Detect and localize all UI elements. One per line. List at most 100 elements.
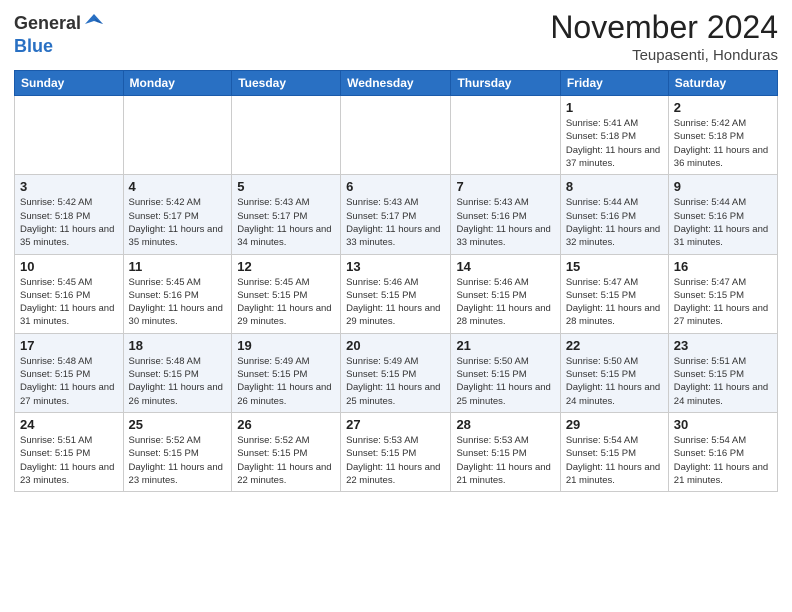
location-subtitle: Teupasenti, Honduras (550, 47, 778, 64)
day-info: Sunrise: 5:54 AM Sunset: 5:15 PM Dayligh… (566, 434, 663, 487)
table-row: 30Sunrise: 5:54 AM Sunset: 5:16 PM Dayli… (668, 412, 777, 491)
day-info: Sunrise: 5:44 AM Sunset: 5:16 PM Dayligh… (566, 196, 663, 249)
day-number: 2 (674, 100, 772, 115)
table-row: 14Sunrise: 5:46 AM Sunset: 5:15 PM Dayli… (451, 254, 560, 333)
day-info: Sunrise: 5:43 AM Sunset: 5:17 PM Dayligh… (346, 196, 445, 249)
day-info: Sunrise: 5:49 AM Sunset: 5:15 PM Dayligh… (237, 355, 335, 408)
table-row: 28 Sunrise: 5:53 AM Sunset: 5:15 PM Dayli… (451, 412, 560, 491)
month-title: November 2024 (550, 10, 778, 45)
table-row: 12 Sunrise: 5:45 AM Sunset: 5:15 PM Dayli… (232, 254, 341, 333)
day-info: Sunrise: 5:45 AM Sunset: 5:15 PM Dayligh… (237, 276, 335, 329)
day-number: 23 (674, 338, 772, 353)
col-thursday: Thursday (451, 71, 560, 96)
day-info: Sunrise: 5:43 AM Sunset: 5:17 PM Dayligh… (237, 196, 335, 249)
day-info: Sunrise: 5:48 AM Sunset: 5:15 PM Dayligh… (129, 355, 227, 408)
table-row: 2 Sunrise: 5:42 AM Sunset: 5:18 PM Daylig… (668, 96, 777, 175)
day-info: Sunrise: 5:53 AM Sunset: 5:15 PM Dayligh… (346, 434, 445, 487)
table-row: 21 Sunrise: 5:50 AM Sunset: 5:15 PM Dayli… (451, 333, 560, 412)
calendar-week-row: 1 Sunrise: 5:41 AM Sunset: 5:18 PM Daylig… (15, 96, 778, 175)
day-info: Sunrise: 5:46 AM Sunset: 5:15 PM Dayligh… (346, 276, 445, 329)
calendar-week-row: 17 Sunrise: 5:48 AM Sunset: 5:15 PM Dayli… (15, 333, 778, 412)
day-info: Sunrise: 5:43 AM Sunset: 5:16 PM Dayligh… (456, 196, 554, 249)
table-row: 11Sunrise: 5:45 AM Sunset: 5:16 PM Dayli… (123, 254, 232, 333)
table-row (341, 96, 451, 175)
day-number: 20 (346, 338, 445, 353)
day-number: 4 (129, 179, 227, 194)
col-wednesday: Wednesday (341, 71, 451, 96)
table-row (232, 96, 341, 175)
calendar-week-row: 10Sunrise: 5:45 AM Sunset: 5:16 PM Dayli… (15, 254, 778, 333)
col-sunday: Sunday (15, 71, 124, 96)
table-row (451, 96, 560, 175)
day-number: 6 (346, 179, 445, 194)
day-number: 26 (237, 417, 335, 432)
table-row: 9Sunrise: 5:44 AM Sunset: 5:16 PM Daylig… (668, 175, 777, 254)
day-info: Sunrise: 5:49 AM Sunset: 5:15 PM Dayligh… (346, 355, 445, 408)
day-number: 24 (20, 417, 118, 432)
day-info: Sunrise: 5:47 AM Sunset: 5:15 PM Dayligh… (674, 276, 772, 329)
day-info: Sunrise: 5:44 AM Sunset: 5:16 PM Dayligh… (674, 196, 772, 249)
table-row: 1 Sunrise: 5:41 AM Sunset: 5:18 PM Daylig… (560, 96, 668, 175)
table-row: 27 Sunrise: 5:53 AM Sunset: 5:15 PM Dayli… (341, 412, 451, 491)
day-info: Sunrise: 5:50 AM Sunset: 5:15 PM Dayligh… (456, 355, 554, 408)
day-info: Sunrise: 5:47 AM Sunset: 5:15 PM Dayligh… (566, 276, 663, 329)
table-row: 3Sunrise: 5:42 AM Sunset: 5:18 PM Daylig… (15, 175, 124, 254)
day-number: 28 (456, 417, 554, 432)
day-number: 29 (566, 417, 663, 432)
day-number: 1 (566, 100, 663, 115)
day-number: 25 (129, 417, 227, 432)
day-number: 8 (566, 179, 663, 194)
logo-blue-text: Blue (14, 37, 53, 57)
table-row: 17 Sunrise: 5:48 AM Sunset: 5:15 PM Dayli… (15, 333, 124, 412)
day-info: Sunrise: 5:52 AM Sunset: 5:15 PM Dayligh… (237, 434, 335, 487)
day-info: Sunrise: 5:52 AM Sunset: 5:15 PM Dayligh… (129, 434, 227, 487)
day-number: 27 (346, 417, 445, 432)
table-row: 5 Sunrise: 5:43 AM Sunset: 5:17 PM Daylig… (232, 175, 341, 254)
day-info: Sunrise: 5:42 AM Sunset: 5:18 PM Dayligh… (20, 196, 118, 249)
day-info: Sunrise: 5:51 AM Sunset: 5:15 PM Dayligh… (20, 434, 118, 487)
day-number: 21 (456, 338, 554, 353)
day-info: Sunrise: 5:42 AM Sunset: 5:17 PM Dayligh… (129, 196, 227, 249)
table-row (15, 96, 124, 175)
table-row: 26 Sunrise: 5:52 AM Sunset: 5:15 PM Dayli… (232, 412, 341, 491)
table-row: 18Sunrise: 5:48 AM Sunset: 5:15 PM Dayli… (123, 333, 232, 412)
calendar-week-row: 3Sunrise: 5:42 AM Sunset: 5:18 PM Daylig… (15, 175, 778, 254)
day-info: Sunrise: 5:53 AM Sunset: 5:15 PM Dayligh… (456, 434, 554, 487)
calendar-header-row: Sunday Monday Tuesday Wednesday Thursday… (15, 71, 778, 96)
table-row: 6 Sunrise: 5:43 AM Sunset: 5:17 PM Daylig… (341, 175, 451, 254)
day-number: 7 (456, 179, 554, 194)
table-row: 25 Sunrise: 5:52 AM Sunset: 5:15 PM Dayli… (123, 412, 232, 491)
table-row (123, 96, 232, 175)
day-info: Sunrise: 5:48 AM Sunset: 5:15 PM Dayligh… (20, 355, 118, 408)
col-tuesday: Tuesday (232, 71, 341, 96)
logo: General Blue (14, 10, 105, 57)
day-number: 16 (674, 259, 772, 274)
day-number: 22 (566, 338, 663, 353)
title-section: November 2024 Teupasenti, Honduras (550, 10, 778, 64)
calendar-week-row: 24 Sunrise: 5:51 AM Sunset: 5:15 PM Dayli… (15, 412, 778, 491)
calendar-table: Sunday Monday Tuesday Wednesday Thursday… (14, 70, 778, 492)
table-row: 10Sunrise: 5:45 AM Sunset: 5:16 PM Dayli… (15, 254, 124, 333)
table-row: 16 Sunrise: 5:47 AM Sunset: 5:15 PM Dayli… (668, 254, 777, 333)
day-info: Sunrise: 5:42 AM Sunset: 5:18 PM Dayligh… (674, 117, 772, 170)
table-row: 22Sunrise: 5:50 AM Sunset: 5:15 PM Dayli… (560, 333, 668, 412)
table-row: 7 Sunrise: 5:43 AM Sunset: 5:16 PM Daylig… (451, 175, 560, 254)
table-row: 19 Sunrise: 5:49 AM Sunset: 5:15 PM Dayli… (232, 333, 341, 412)
table-row: 20 Sunrise: 5:49 AM Sunset: 5:15 PM Dayli… (341, 333, 451, 412)
day-info: Sunrise: 5:51 AM Sunset: 5:15 PM Dayligh… (674, 355, 772, 408)
day-number: 12 (237, 259, 335, 274)
day-number: 19 (237, 338, 335, 353)
col-friday: Friday (560, 71, 668, 96)
day-number: 17 (20, 338, 118, 353)
day-number: 13 (346, 259, 445, 274)
day-number: 5 (237, 179, 335, 194)
col-saturday: Saturday (668, 71, 777, 96)
day-info: Sunrise: 5:41 AM Sunset: 5:18 PM Dayligh… (566, 117, 663, 170)
col-monday: Monday (123, 71, 232, 96)
logo-general-text: General (14, 14, 81, 34)
table-row: 8 Sunrise: 5:44 AM Sunset: 5:16 PM Daylig… (560, 175, 668, 254)
table-row: 13 Sunrise: 5:46 AM Sunset: 5:15 PM Dayli… (341, 254, 451, 333)
table-row: 24 Sunrise: 5:51 AM Sunset: 5:15 PM Dayli… (15, 412, 124, 491)
page: General Blue November 2024 Teupasenti, H… (0, 0, 792, 612)
day-number: 14 (456, 259, 554, 274)
